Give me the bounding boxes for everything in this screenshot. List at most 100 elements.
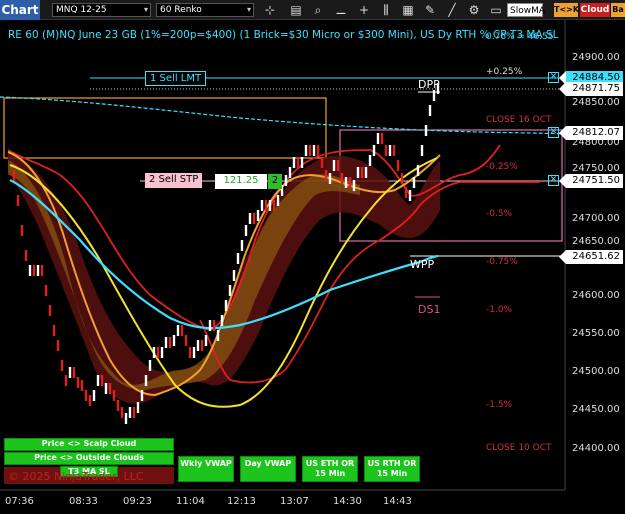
down-brick (60, 360, 64, 371)
price-tick: 24550.00 (572, 328, 620, 339)
down-brick (336, 160, 340, 171)
down-brick (156, 347, 160, 358)
down-brick (212, 320, 216, 331)
up-brick (128, 407, 132, 418)
up-brick (28, 265, 32, 276)
sell-stp-order[interactable]: 2 Sell STP (145, 173, 203, 188)
down-brick (404, 187, 408, 198)
up-brick (420, 145, 424, 156)
ds1-label: DS1 (418, 303, 441, 316)
time-tick: 11:04 (176, 496, 205, 507)
down-brick (396, 160, 400, 171)
sell-lmt-order[interactable]: 1 Sell LMT (145, 71, 207, 86)
up-brick (240, 240, 244, 251)
up-brick (248, 213, 252, 224)
up-brick (236, 253, 240, 264)
wkly-vwap-button[interactable]: Wkly VWAP (178, 456, 234, 482)
time-tick: 07:36 (5, 496, 34, 507)
up-brick (344, 177, 348, 188)
up-brick (376, 133, 380, 144)
last-price-label: 24871.75 (559, 82, 623, 96)
day-vwap-button[interactable]: Day VWAP (240, 456, 296, 482)
down-brick (308, 145, 312, 156)
down-brick (168, 337, 172, 348)
down-brick (200, 340, 204, 351)
down-brick (108, 383, 112, 394)
down-brick (40, 265, 44, 276)
down-brick (16, 195, 20, 206)
cancel-order-icon[interactable]: ✕ (548, 127, 559, 138)
scalp-cloud-button[interactable]: Price <> Scalp Cloud (4, 438, 174, 451)
magenta-top-price-label: 24812.07 (559, 126, 623, 140)
down-brick (120, 407, 124, 418)
up-brick (388, 145, 392, 156)
down-brick (12, 170, 16, 181)
time-tick: 08:33 (69, 496, 98, 507)
down-brick (64, 375, 68, 386)
pct-level-label: -0.5% (486, 209, 513, 219)
time-tick: 14:43 (383, 496, 412, 507)
down-brick (116, 400, 120, 411)
down-brick (272, 200, 276, 211)
down-brick (264, 200, 268, 211)
up-brick (292, 157, 296, 168)
close-10-oct-label: CLOSE 10 OCT (486, 443, 552, 453)
up-brick (216, 330, 220, 341)
orange-range-box (3, 97, 327, 159)
down-brick (340, 173, 344, 184)
down-brick (72, 367, 76, 378)
us-rth-or-button[interactable]: US RTH OR 15 Min (364, 456, 420, 482)
down-brick (20, 225, 24, 236)
down-brick (32, 265, 36, 276)
us-eth-or-button[interactable]: US ETH OR 15 Min (302, 456, 358, 482)
outside-clouds-button[interactable]: Price <> Outside Clouds (4, 452, 174, 465)
close-16-oct-label: CLOSE 16 OCT (486, 115, 552, 125)
up-brick (192, 347, 196, 358)
up-brick (428, 105, 432, 116)
up-brick (364, 167, 368, 178)
up-brick (68, 367, 72, 378)
up-brick (256, 210, 260, 221)
pct-level-label: -0.25% (486, 162, 518, 172)
up-brick (432, 90, 436, 101)
wpp-label: WPP (410, 258, 435, 271)
time-tick: 12:13 (227, 496, 256, 507)
up-brick (148, 360, 152, 371)
down-brick (380, 133, 384, 144)
up-brick (176, 325, 180, 336)
pct-level-label: -1.5% (486, 400, 513, 410)
up-brick (228, 285, 232, 296)
up-brick (204, 335, 208, 346)
up-brick (164, 337, 168, 348)
up-brick (140, 390, 144, 401)
down-brick (100, 375, 104, 386)
price-tick: 24650.00 (572, 236, 620, 247)
up-brick (276, 195, 280, 206)
up-brick (300, 157, 304, 168)
price-chart[interactable] (0, 0, 625, 514)
down-brick (384, 145, 388, 156)
up-brick (196, 340, 200, 351)
chart-title: RE 60 (M)NQ June 23 GB (1%=200p=$400) (1… (8, 29, 559, 41)
pct-level-label: +0.25% (486, 67, 523, 77)
up-brick (284, 175, 288, 186)
up-brick (244, 225, 248, 236)
price-tick: 24600.00 (572, 290, 620, 301)
sell-stp-quantity[interactable]: 2 (268, 174, 282, 189)
up-brick (304, 145, 308, 156)
price-tick: 24900.00 (572, 52, 620, 63)
down-brick (132, 407, 136, 418)
down-brick (324, 170, 328, 181)
time-tick: 13:07 (280, 496, 309, 507)
up-brick (424, 125, 428, 136)
cancel-sell-stp-icon[interactable]: ✕ (548, 175, 559, 186)
cancel-sell-lmt-icon[interactable]: ✕ (548, 72, 559, 83)
down-brick (48, 305, 52, 316)
up-brick (36, 265, 40, 276)
up-brick (160, 347, 164, 358)
copyright-notice: © 2025 NinjaTrader, LLC (8, 470, 144, 483)
up-brick (368, 155, 372, 166)
up-brick (332, 160, 336, 171)
up-brick (260, 200, 264, 211)
wpp-price-label: 24651.62 (559, 250, 623, 264)
